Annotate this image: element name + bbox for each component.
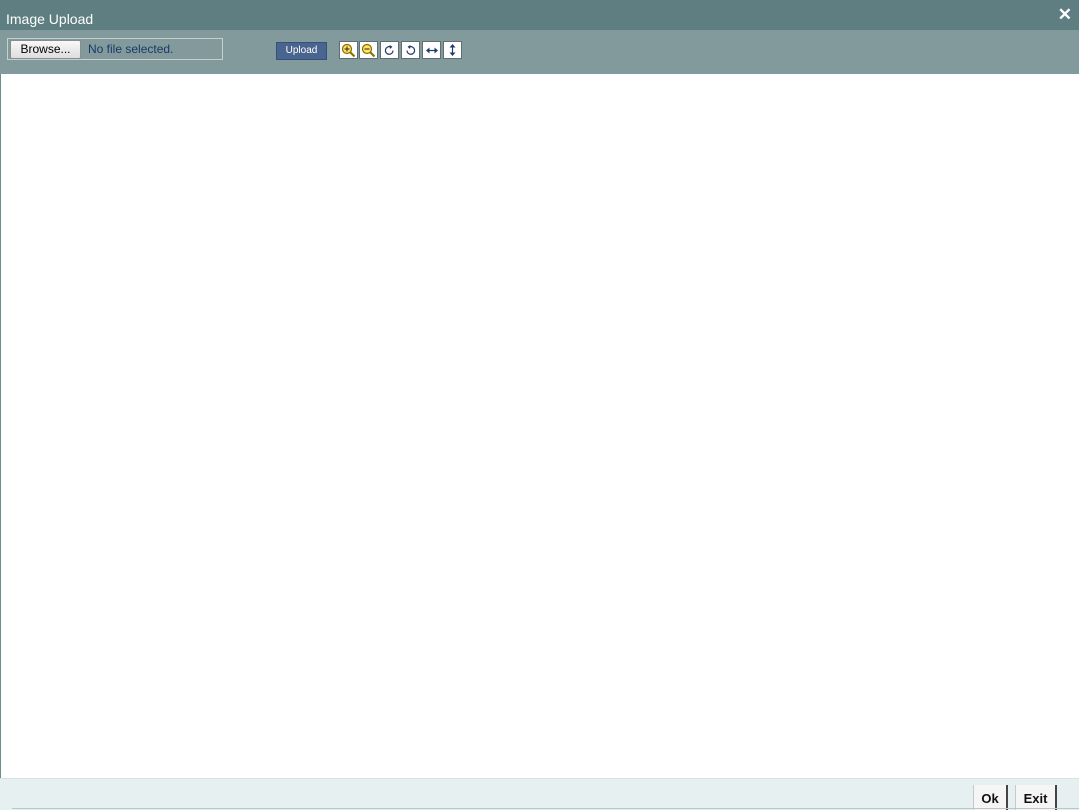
flip-vertical-button[interactable] [443, 41, 462, 59]
toolbar: Browse... No file selected. Upload [0, 30, 1079, 74]
rotate-clockwise-button[interactable] [380, 41, 399, 59]
image-preview-area[interactable] [1, 74, 1079, 778]
flip-vertical-icon [449, 44, 456, 56]
zoom-in-button[interactable] [339, 41, 358, 59]
zoom-in-icon [341, 43, 356, 57]
flip-horizontal-icon [425, 47, 438, 53]
upload-button[interactable]: Upload [276, 42, 327, 60]
rotate-clockwise-icon [384, 44, 394, 55]
dialog-footer: Ok Exit [0, 778, 1079, 810]
ok-button[interactable]: Ok [973, 785, 1008, 810]
image-upload-dialog: Image Upload ✕ Browse... No file selecte… [0, 0, 1079, 810]
zoom-out-icon [361, 43, 376, 57]
browse-button[interactable]: Browse... [10, 40, 81, 59]
file-status-text: No file selected. [88, 42, 174, 56]
rotate-counterclockwise-button[interactable] [401, 41, 420, 59]
zoom-out-button[interactable] [359, 41, 378, 59]
footer-divider [12, 808, 1079, 809]
title-bar[interactable]: Image Upload ✕ [0, 0, 1079, 30]
rotate-counterclockwise-icon [406, 44, 416, 55]
file-input[interactable]: Browse... No file selected. [7, 38, 223, 60]
dialog-title: Image Upload [6, 11, 94, 27]
flip-horizontal-button[interactable] [422, 41, 441, 59]
exit-button[interactable]: Exit [1015, 785, 1057, 810]
close-icon[interactable]: ✕ [1058, 6, 1072, 23]
